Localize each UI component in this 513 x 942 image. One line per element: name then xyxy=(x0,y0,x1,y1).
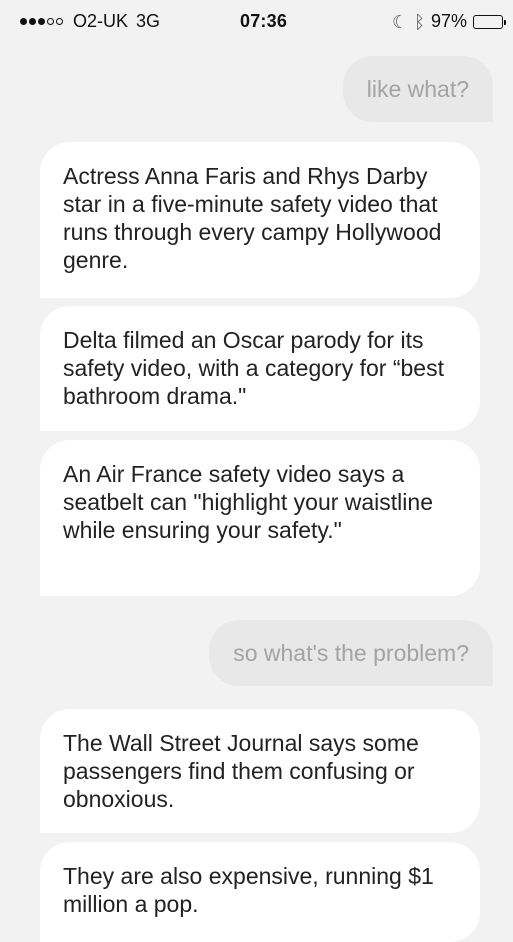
status-time: 07:36 xyxy=(240,11,288,31)
bot-message-bubble: They are also expensive, running $1 mill… xyxy=(40,842,480,942)
signal-dot xyxy=(20,18,27,25)
signal-dot xyxy=(38,18,45,25)
moon-icon: ☾ xyxy=(392,11,409,32)
battery-percent: 97% xyxy=(430,11,467,31)
signal-dot xyxy=(56,18,63,25)
bot-message-bubble: The Wall Street Journal says some passen… xyxy=(40,709,480,833)
user-message-bubble: so what's the problem? xyxy=(209,620,493,686)
carrier-name: O2-UK xyxy=(73,11,129,31)
bot-message-bubble: Actress Anna Faris and Rhys Darby star i… xyxy=(40,142,480,298)
bot-message-bubble: Delta filmed an Oscar parody for its saf… xyxy=(40,306,480,431)
bluetooth-icon: ᛒ xyxy=(414,11,425,32)
bot-message-bubble: An Air France safety video says a seatbe… xyxy=(40,440,480,596)
status-right: ☾ ᛒ 97% xyxy=(392,11,506,32)
signal-dot xyxy=(47,18,54,25)
status-bar: O2-UK 3G 07:36 ☾ ᛒ 97% xyxy=(0,0,513,40)
signal-strength-icon xyxy=(20,18,63,25)
user-message-bubble: like what? xyxy=(342,56,493,122)
status-left: O2-UK 3G xyxy=(20,11,160,32)
network-type: 3G xyxy=(136,11,161,31)
battery-icon xyxy=(473,14,506,29)
signal-dot xyxy=(29,18,36,25)
